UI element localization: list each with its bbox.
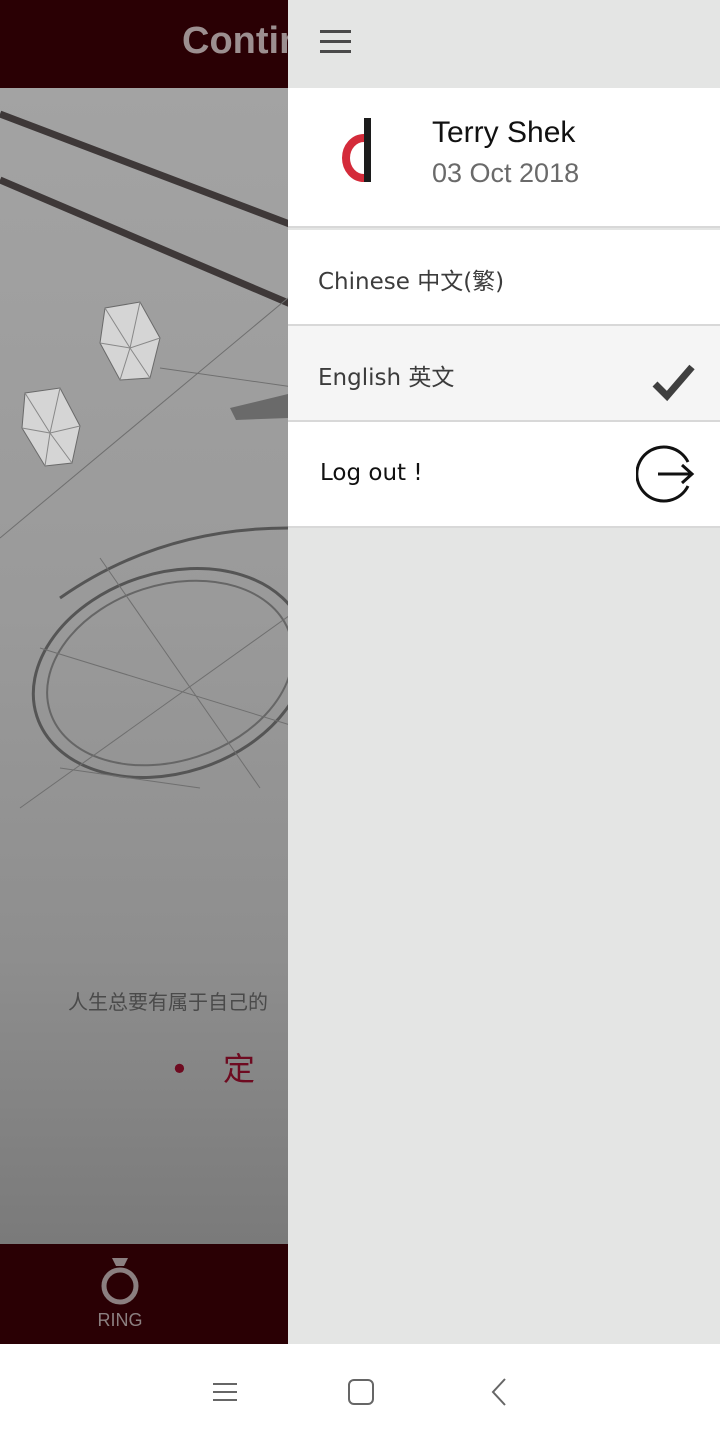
checkmark-icon <box>652 364 695 402</box>
language-option-label: Chinese 中文(繁) <box>318 269 505 295</box>
logout-icon <box>636 445 695 503</box>
back-icon[interactable] <box>481 1374 517 1410</box>
app-title: Contin <box>182 20 303 62</box>
navigation-drawer: Terry Shek 03 Oct 2018 Chinese 中文(繁) Eng… <box>288 0 720 1344</box>
user-profile: Terry Shek 03 Oct 2018 <box>288 88 720 228</box>
diamond-image <box>21 387 81 467</box>
brand-logo-icon <box>342 118 371 182</box>
drawer-header <box>288 0 720 88</box>
menu-icon[interactable] <box>207 1374 243 1410</box>
logout-label: Log out ! <box>320 460 423 486</box>
tab-ring-label: RING <box>97 1310 143 1330</box>
logout-button[interactable]: Log out ! <box>288 422 720 528</box>
user-name: Terry Shek <box>432 116 576 149</box>
diamond-image <box>99 301 161 381</box>
hamburger-icon[interactable] <box>316 24 356 64</box>
slogan-text: 人生总要有属于自己的 <box>68 990 268 1014</box>
ring-icon <box>101 1258 139 1305</box>
language-option-label: English 英文 <box>318 365 455 391</box>
home-icon[interactable] <box>343 1374 379 1410</box>
language-option-chinese[interactable]: Chinese 中文(繁) <box>288 230 720 326</box>
system-navigation-bar <box>0 1344 720 1440</box>
user-date: 03 Oct 2018 <box>432 158 580 188</box>
language-option-english[interactable]: English 英文 <box>288 326 720 422</box>
